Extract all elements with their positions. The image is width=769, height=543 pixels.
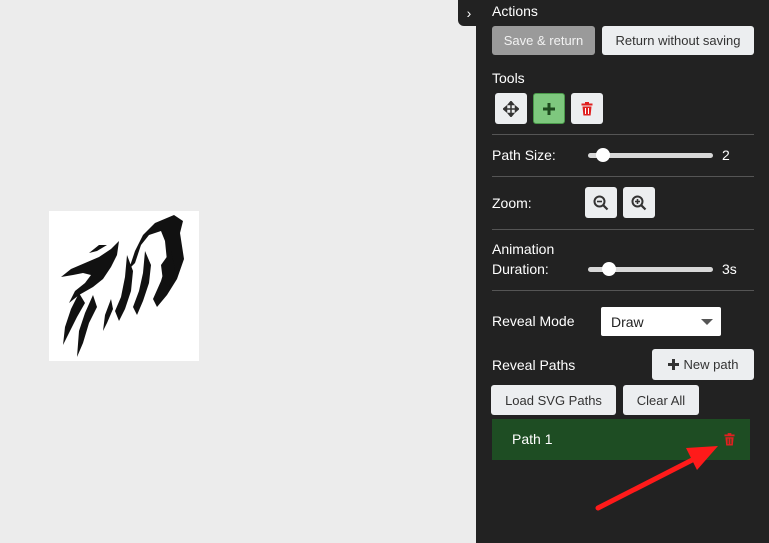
- wolf-image: [49, 211, 199, 361]
- wolf-drawing: [61, 215, 184, 357]
- actions-title: Actions: [492, 3, 538, 19]
- add-tool-button[interactable]: [533, 93, 565, 124]
- return-without-saving-button[interactable]: Return without saving: [602, 26, 754, 55]
- clear-all-button[interactable]: Clear All: [623, 385, 699, 415]
- tools-title: Tools: [492, 70, 525, 86]
- zoom-in-icon: [631, 195, 647, 210]
- divider: [492, 176, 754, 177]
- zoom-out-button[interactable]: [585, 187, 617, 218]
- zoom-label: Zoom:: [492, 195, 532, 211]
- zoom-in-button[interactable]: [623, 187, 655, 218]
- new-path-label: New path: [683, 357, 739, 372]
- animation-duration-label-line2: Duration:: [492, 261, 549, 277]
- caret-down-icon: [701, 319, 713, 325]
- canvas-area: [0, 0, 476, 543]
- move-tool-button[interactable]: [495, 93, 527, 124]
- path-delete-button[interactable]: [724, 433, 735, 449]
- chevron-right-icon: ›: [466, 5, 472, 21]
- divider: [492, 229, 754, 230]
- divider: [492, 134, 754, 135]
- plus-icon: [543, 102, 555, 115]
- delete-tool-button[interactable]: [571, 93, 603, 124]
- editor-panel: Actions Save & return Return without sav…: [476, 0, 769, 543]
- path-size-value: 2: [722, 147, 730, 163]
- divider: [492, 290, 754, 291]
- save-return-button[interactable]: Save & return: [492, 26, 595, 55]
- path-item-label: Path 1: [512, 431, 553, 447]
- trash-icon: [724, 433, 735, 446]
- animation-duration-slider-thumb[interactable]: [602, 262, 617, 276]
- move-arrows-icon: [503, 100, 519, 117]
- animation-duration-label-line1: Animation: [492, 241, 555, 257]
- zoom-out-icon: [593, 195, 609, 210]
- reveal-mode-label: Reveal Mode: [492, 313, 575, 329]
- reveal-paths-label: Reveal Paths: [492, 357, 576, 373]
- animation-duration-slider[interactable]: [588, 262, 713, 276]
- path-size-label: Path Size:: [492, 147, 556, 163]
- path-size-slider-thumb[interactable]: [595, 148, 610, 162]
- plus-icon: [667, 359, 679, 370]
- path-list-item[interactable]: Path 1: [492, 419, 750, 460]
- trash-icon: [581, 101, 593, 115]
- path-size-slider[interactable]: [588, 148, 713, 162]
- animation-duration-value: 3s: [722, 261, 737, 277]
- new-path-button[interactable]: New path: [652, 349, 754, 380]
- reveal-mode-value: Draw: [611, 313, 644, 330]
- reveal-mode-select[interactable]: Draw: [601, 307, 721, 336]
- load-svg-paths-button[interactable]: Load SVG Paths: [491, 385, 616, 415]
